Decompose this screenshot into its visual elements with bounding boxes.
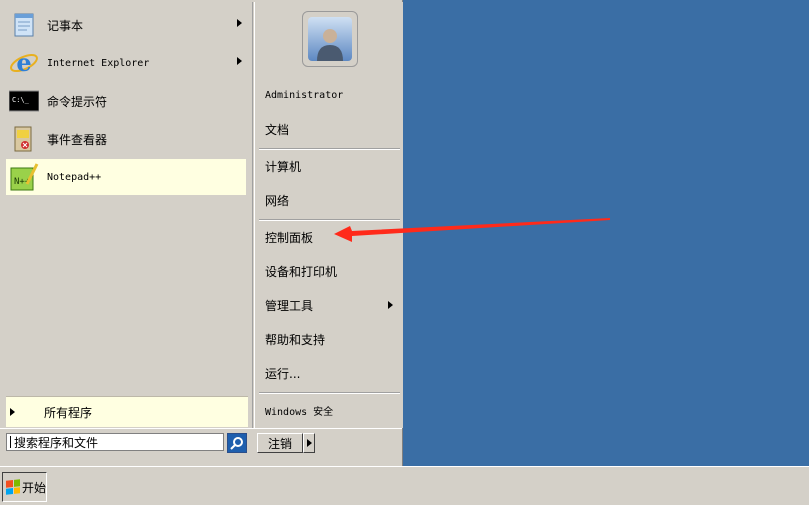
place-item-control-panel[interactable]: 控制面板 — [265, 222, 401, 252]
separator — [259, 219, 400, 221]
submenu-arrow-icon — [237, 57, 242, 65]
program-item-event-viewer[interactable]: 事件查看器 — [6, 121, 246, 157]
program-label: Notepad++ — [47, 171, 102, 183]
place-label: Windows 安全 — [265, 406, 334, 418]
place-item-devices-printers[interactable]: 设备和打印机 — [265, 256, 401, 286]
place-label: 控制面板 — [265, 230, 314, 245]
user-name-link[interactable]: Administrator — [265, 80, 401, 110]
place-item-documents[interactable]: 文档 — [265, 114, 401, 144]
search-input[interactable]: 搜索程序和文件 — [6, 433, 224, 451]
windows-logo-icon — [6, 479, 20, 495]
all-programs-button[interactable]: 所有程序 — [6, 396, 248, 427]
text-cursor — [10, 436, 11, 448]
internet-explorer-icon: e — [9, 48, 39, 78]
submenu-arrow-icon — [388, 301, 393, 309]
place-label: 计算机 — [265, 159, 302, 174]
search-icon — [230, 437, 243, 450]
command-prompt-icon: C:\_ — [9, 86, 39, 116]
search-button[interactable] — [227, 433, 247, 453]
notepad-icon — [9, 10, 39, 40]
logoff-button[interactable]: 注销 — [257, 433, 303, 453]
logoff-label: 注销 — [267, 436, 292, 451]
place-item-help-support[interactable]: 帮助和支持 — [265, 324, 401, 354]
start-menu-bottom-bar: 搜索程序和文件 注销 — [0, 428, 402, 467]
event-viewer-icon — [9, 124, 39, 154]
place-label: 管理工具 — [265, 298, 314, 313]
program-label: 记事本 — [47, 18, 84, 33]
search-placeholder: 搜索程序和文件 — [14, 435, 99, 450]
user-icon — [308, 17, 352, 61]
program-item-notepadpp[interactable]: N++ Notepad++ — [6, 159, 246, 195]
place-item-admin-tools[interactable]: 管理工具 — [265, 290, 401, 320]
place-item-computer[interactable]: 计算机 — [265, 151, 401, 181]
place-item-network[interactable]: 网络 — [265, 185, 401, 215]
program-item-internet-explorer[interactable]: e Internet Explorer — [6, 45, 246, 81]
program-item-notepad[interactable]: 记事本 — [6, 7, 246, 43]
chevron-right-icon — [306, 439, 312, 447]
place-label: 网络 — [265, 193, 290, 208]
submenu-arrow-icon — [237, 19, 242, 27]
expand-arrow-icon — [10, 408, 15, 416]
program-label: Internet Explorer — [47, 57, 150, 69]
program-item-command-prompt[interactable]: C:\_ 命令提示符 — [6, 83, 246, 119]
place-label: 运行... — [265, 366, 301, 381]
program-label: 事件查看器 — [47, 132, 108, 147]
start-button[interactable]: 开始 — [2, 472, 47, 502]
start-label: 开始 — [22, 480, 47, 495]
notepadpp-icon: N++ — [9, 162, 39, 192]
user-avatar[interactable] — [302, 11, 358, 67]
user-name-label: Administrator — [265, 89, 344, 101]
place-item-windows-security[interactable]: Windows 安全 — [265, 395, 401, 425]
place-label: 文档 — [265, 122, 290, 137]
start-menu: 记事本 e Internet Explorer C:\_ 命令提示符 事件查看器… — [0, 0, 403, 467]
taskbar: 开始 — [0, 466, 809, 505]
shutdown-options-button[interactable] — [303, 433, 315, 453]
all-programs-label: 所有程序 — [44, 405, 93, 420]
separator — [259, 392, 400, 394]
program-label: 命令提示符 — [47, 94, 108, 109]
place-label: 帮助和支持 — [265, 332, 326, 347]
separator — [259, 148, 400, 150]
pane-divider — [252, 2, 253, 428]
place-label: 设备和打印机 — [265, 264, 338, 279]
svg-text:e: e — [16, 48, 31, 77]
svg-text:C:\_: C:\_ — [12, 96, 30, 104]
place-item-run[interactable]: 运行... — [265, 358, 401, 388]
